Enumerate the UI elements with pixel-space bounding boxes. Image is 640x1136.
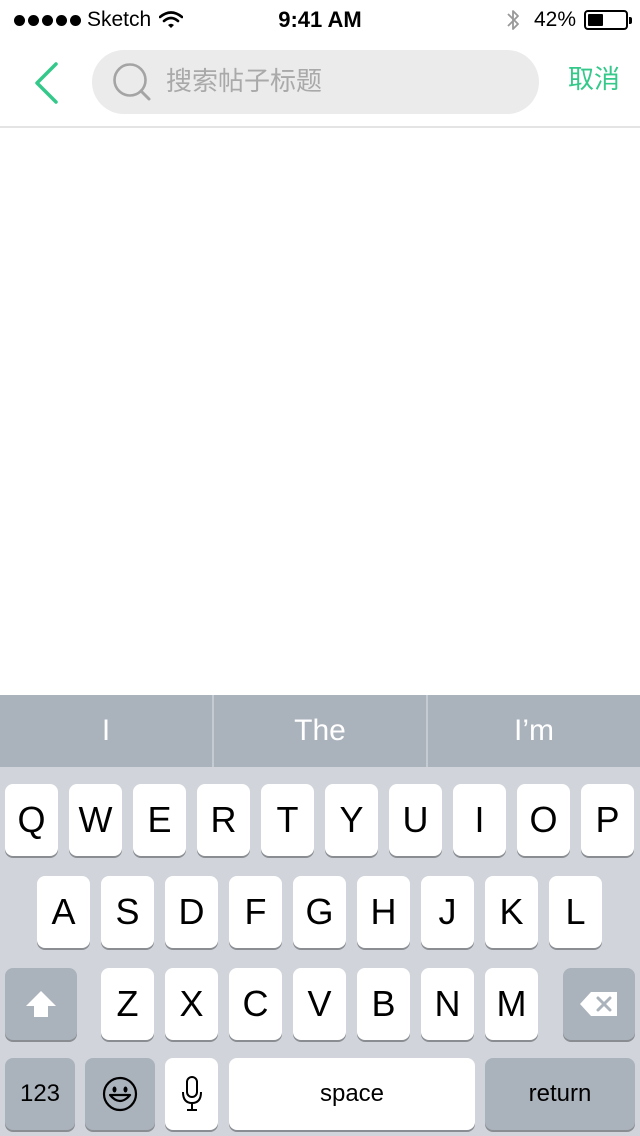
key-s[interactable]: S	[101, 876, 154, 948]
key-r[interactable]: R	[197, 784, 250, 856]
chevron-left-icon	[35, 62, 58, 104]
shift-key[interactable]	[5, 968, 77, 1040]
key-j[interactable]: J	[421, 876, 474, 948]
search-nav-bar: 取消	[0, 40, 640, 128]
key-l[interactable]: L	[549, 876, 602, 948]
dictation-key[interactable]	[165, 1058, 218, 1130]
suggestion-1[interactable]: I	[0, 695, 214, 767]
search-field[interactable]	[92, 50, 539, 114]
key-x[interactable]: X	[165, 968, 218, 1040]
key-h[interactable]: H	[357, 876, 410, 948]
emoji-icon	[102, 1076, 138, 1112]
keyboard: I The I’m Q W E R T Y U I O P A S D F G …	[0, 695, 640, 1136]
shift-icon	[26, 991, 56, 1017]
cancel-button[interactable]: 取消	[568, 60, 620, 100]
key-y[interactable]: Y	[325, 784, 378, 856]
search-icon	[113, 63, 151, 101]
status-right: 42%	[506, 7, 632, 33]
search-results-area	[0, 130, 640, 695]
key-f[interactable]: F	[229, 876, 282, 948]
suggestion-3[interactable]: I’m	[428, 695, 640, 767]
key-z[interactable]: Z	[101, 968, 154, 1040]
key-c[interactable]: C	[229, 968, 282, 1040]
return-key[interactable]: return	[485, 1058, 635, 1130]
battery-level	[588, 14, 604, 26]
key-w[interactable]: W	[69, 784, 122, 856]
numbers-key[interactable]: 123	[5, 1058, 75, 1130]
key-i[interactable]: I	[453, 784, 506, 856]
key-o[interactable]: O	[517, 784, 570, 856]
battery-icon	[584, 10, 632, 30]
key-a[interactable]: A	[37, 876, 90, 948]
key-p[interactable]: P	[581, 784, 634, 856]
search-input[interactable]	[166, 62, 526, 102]
key-v[interactable]: V	[293, 968, 346, 1040]
key-g[interactable]: G	[293, 876, 346, 948]
key-e[interactable]: E	[133, 784, 186, 856]
key-n[interactable]: N	[421, 968, 474, 1040]
space-key[interactable]: space	[229, 1058, 475, 1130]
key-u[interactable]: U	[389, 784, 442, 856]
key-t[interactable]: T	[261, 784, 314, 856]
key-d[interactable]: D	[165, 876, 218, 948]
bluetooth-icon	[507, 10, 519, 30]
battery-percent: 42%	[533, 8, 576, 31]
key-q[interactable]: Q	[5, 784, 58, 856]
emoji-key[interactable]	[85, 1058, 155, 1130]
key-b[interactable]: B	[357, 968, 410, 1040]
microphone-icon	[181, 1076, 202, 1111]
backspace-key[interactable]	[563, 968, 635, 1040]
key-m[interactable]: M	[485, 968, 538, 1040]
key-k[interactable]: K	[485, 876, 538, 948]
suggestion-2[interactable]: The	[214, 695, 428, 767]
back-button[interactable]	[24, 58, 68, 108]
status-bar: Sketch 9:41 AM 42%	[0, 0, 640, 40]
backspace-icon	[580, 992, 617, 1016]
predictive-bar: I The I’m	[0, 695, 640, 767]
